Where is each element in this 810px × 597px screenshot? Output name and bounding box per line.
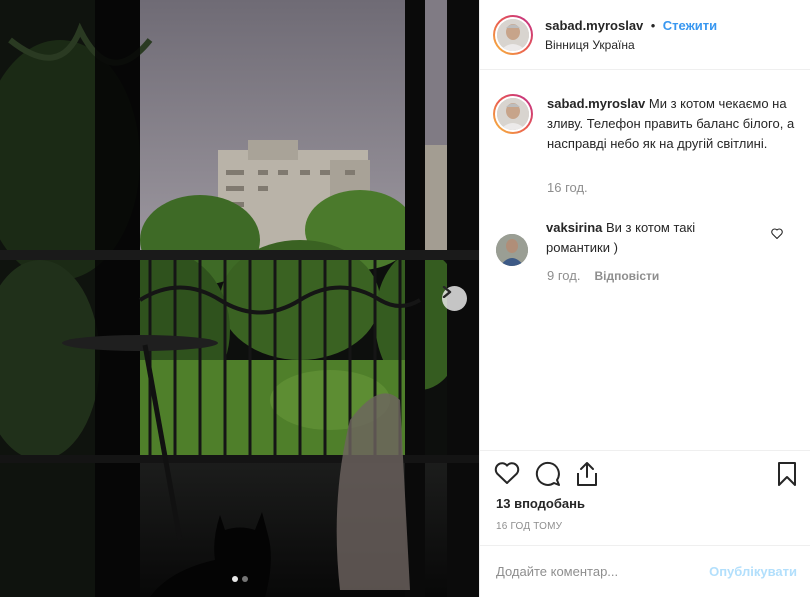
carousel-indicator: [0, 576, 479, 582]
commenter-avatar[interactable]: [496, 234, 528, 266]
chevron-right-icon: [442, 286, 452, 298]
like-comment-button[interactable]: [771, 226, 783, 244]
caption-username[interactable]: sabad.myroslav: [547, 96, 645, 111]
location-link[interactable]: Вінниця Україна: [545, 38, 717, 52]
comment-button[interactable]: [535, 461, 561, 492]
like-button[interactable]: [494, 461, 520, 490]
user-avatar-image: [497, 98, 529, 130]
post-details-panel: sabad.myroslav • Стежити Вінниця Україна: [479, 0, 810, 597]
carousel-dot: [241, 576, 248, 582]
bookmark-icon: [778, 462, 796, 486]
post-photo[interactable]: [0, 0, 479, 597]
heart-icon: [771, 228, 783, 240]
header-username[interactable]: sabad.myroslav: [545, 18, 643, 33]
post-header: sabad.myroslav • Стежити Вінниця Україна: [480, 0, 810, 70]
reply-button[interactable]: Відповісти: [594, 269, 659, 283]
comment-timestamp[interactable]: 9 год.: [547, 268, 580, 283]
caption-text: sabad.myroslav Ми з котом чекаємо на зли…: [547, 94, 802, 154]
commenter-avatar-image: [496, 234, 528, 266]
add-comment-bar: Опублікувати: [480, 545, 810, 597]
user-avatar-image: [497, 18, 529, 51]
follow-button[interactable]: Стежити: [663, 18, 717, 33]
like-count[interactable]: 13 вподобань: [496, 496, 585, 511]
caption-timestamp[interactable]: 16 год.: [547, 180, 588, 195]
speech-bubble-icon: [535, 461, 560, 486]
comment-username[interactable]: vaksirina: [546, 220, 602, 235]
comments-section: sabad.myroslav Ми з котом чекаємо на зли…: [480, 70, 810, 450]
separator-dot: •: [650, 18, 656, 33]
post-actions: 13 вподобань 16 ГОД ТОМУ: [480, 450, 810, 532]
post-timestamp[interactable]: 16 ГОД ТОМУ: [496, 521, 562, 532]
avatar[interactable]: [493, 14, 533, 55]
balcony-photo: [0, 0, 479, 597]
comment-input[interactable]: [496, 564, 710, 579]
caption-avatar[interactable]: [493, 94, 533, 134]
share-button[interactable]: [575, 461, 599, 492]
publish-button[interactable]: Опублікувати: [709, 564, 797, 579]
comment-meta: 9 год. Відповісти: [547, 268, 659, 283]
carousel-dot-active: [231, 576, 238, 582]
heart-icon: [494, 462, 520, 484]
next-slide-button[interactable]: [442, 286, 467, 311]
comment-item: vaksirina Ви з котом такі романтики ): [496, 218, 796, 266]
comment-text: vaksirina Ви з котом такі романтики ): [546, 218, 756, 266]
caption: sabad.myroslav Ми з котом чекаємо на зли…: [493, 94, 802, 154]
save-button[interactable]: [777, 461, 797, 492]
share-upload-icon: [577, 462, 597, 486]
